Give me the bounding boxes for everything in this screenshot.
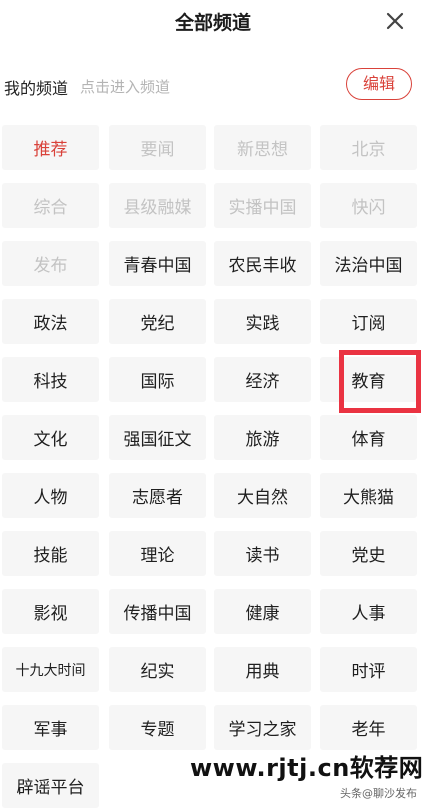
channel-item[interactable]: 影视 (2, 589, 99, 634)
channel-item[interactable]: 教育 (320, 357, 417, 402)
channel-item[interactable]: 传播中国 (109, 589, 206, 634)
channel-item[interactable]: 青春中国 (109, 241, 206, 286)
channel-item[interactable]: 学习之家 (214, 705, 311, 750)
channel-item[interactable]: 文化 (2, 415, 99, 460)
watermark-credit: 头条@聊沙发布 (340, 787, 417, 800)
channel-item[interactable]: 北京 (320, 125, 417, 170)
channel-item[interactable]: 技能 (2, 531, 99, 576)
channel-item[interactable]: 国际 (109, 357, 206, 402)
channel-item[interactable]: 农民丰收 (214, 241, 311, 286)
channel-item[interactable]: 读书 (214, 531, 311, 576)
channel-item[interactable]: 政法 (2, 299, 99, 344)
channel-item[interactable]: 党史 (320, 531, 417, 576)
channel-item[interactable]: 综合 (2, 183, 99, 228)
channel-item[interactable]: 旅游 (214, 415, 311, 460)
channel-item[interactable]: 健康 (214, 589, 311, 634)
channel-item[interactable]: 发布 (2, 241, 99, 286)
channel-item[interactable]: 经济 (214, 357, 311, 402)
channel-item[interactable]: 军事 (2, 705, 99, 750)
channel-item[interactable]: 实播中国 (214, 183, 311, 228)
channel-item[interactable]: 人物 (2, 473, 99, 518)
channel-item[interactable]: 体育 (320, 415, 417, 460)
channel-item[interactable]: 专题 (109, 705, 206, 750)
channel-item[interactable]: 党纪 (109, 299, 206, 344)
channel-item[interactable]: 强国征文 (109, 415, 206, 460)
channel-item[interactable]: 用典 (214, 647, 311, 692)
channel-item[interactable]: 老年 (320, 705, 417, 750)
channel-item[interactable]: 实践 (214, 299, 311, 344)
channel-item[interactable]: 纪实 (109, 647, 206, 692)
channel-item[interactable]: 大熊猫 (320, 473, 417, 518)
channel-item[interactable]: 要闻 (109, 125, 206, 170)
channel-item[interactable]: 理论 (109, 531, 206, 576)
channel-item[interactable]: 推荐 (2, 125, 99, 170)
channel-item[interactable]: 十九大时间 (2, 647, 99, 692)
watermark-site: www.rjtj.cn软荐网 (190, 754, 424, 782)
channel-item[interactable]: 大自然 (214, 473, 311, 518)
channel-grid: 推荐 要闻 新思想 北京综合 县级融媒 实播中国 快闪发布 青春中国 农民丰收 法治中国政法 党纪实… (0, 0, 426, 810)
channel-item[interactable]: 县级融媒 (109, 183, 206, 228)
channel-item[interactable]: 科技 (2, 357, 99, 402)
channel-item[interactable]: 人事 (320, 589, 417, 634)
channel-item[interactable]: 辟谣平台 (2, 763, 99, 808)
channel-item[interactable]: 新思想 (214, 125, 311, 170)
channel-item[interactable]: 时评 (320, 647, 417, 692)
channel-item[interactable]: 法治中国 (320, 241, 417, 286)
channel-item[interactable]: 快闪 (320, 183, 417, 228)
channel-item[interactable]: 志愿者 (109, 473, 206, 518)
channel-item[interactable]: 订阅 (320, 299, 417, 344)
